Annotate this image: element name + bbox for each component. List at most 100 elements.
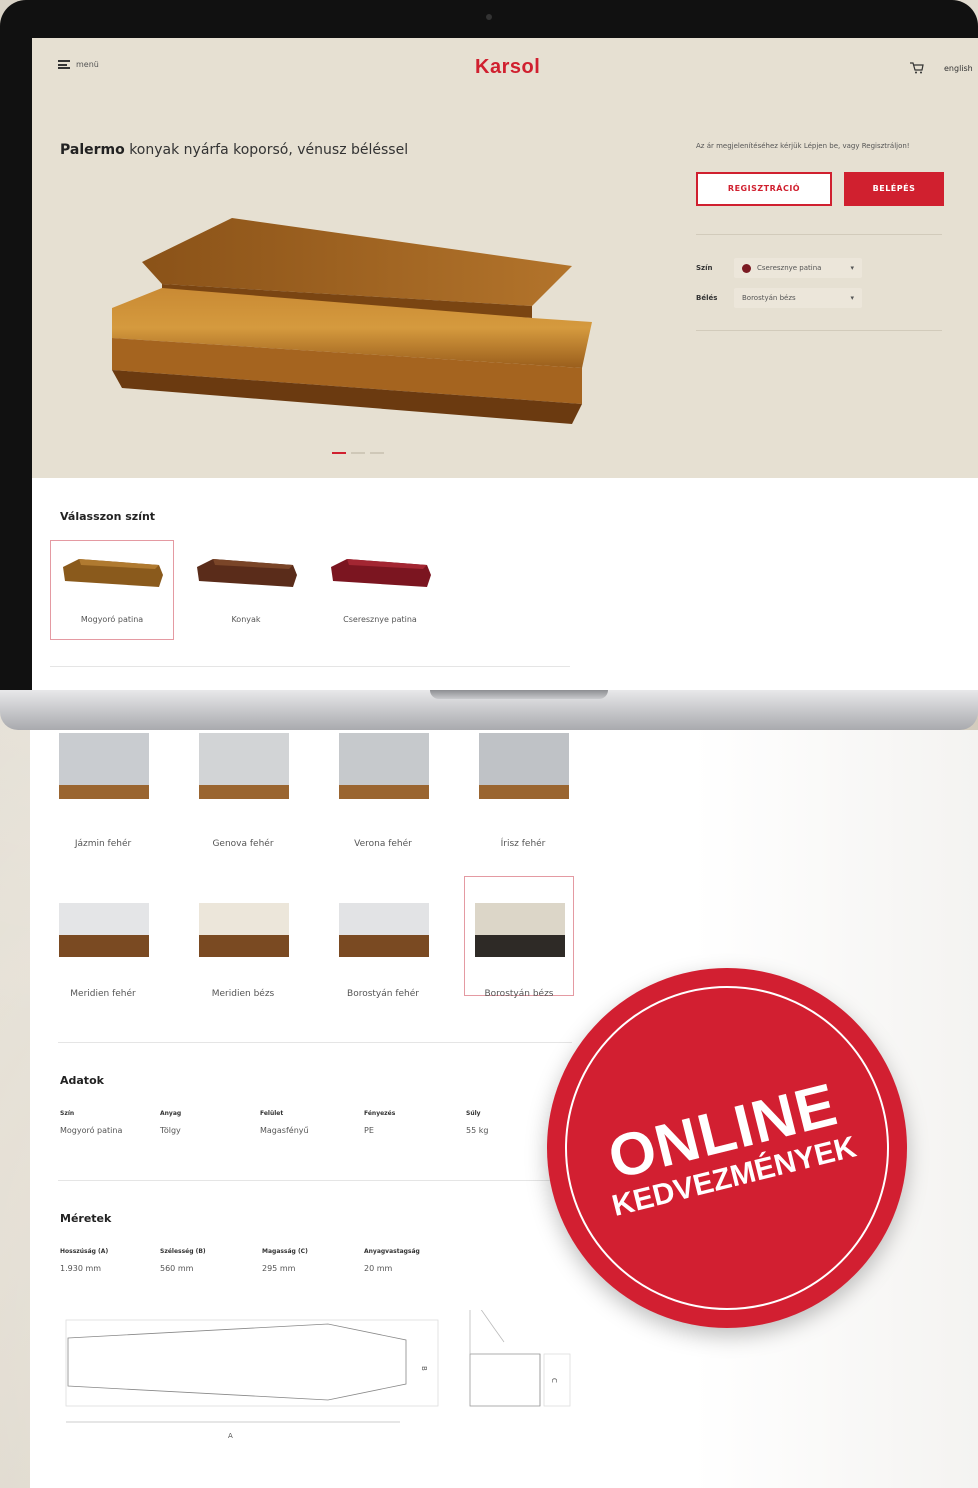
spec-height: Magasság (C) 295 mm	[262, 1248, 352, 1274]
spec-value: Mogyoró patina	[60, 1126, 123, 1135]
laptop-base	[0, 690, 978, 730]
spec-key: Szín	[60, 1110, 75, 1117]
spec-value: 1.930 mm	[60, 1264, 102, 1273]
divider	[58, 1042, 572, 1043]
lining-card-meridien-bezs[interactable]: Meridien bézs	[188, 876, 298, 999]
lining-thumbnail	[199, 903, 289, 957]
dimension-diagram: A B C	[65, 1310, 571, 1440]
spec-finish: Fényezés PE	[364, 1110, 444, 1136]
hamburger-icon	[58, 60, 70, 69]
lining-card-borostyan-feher[interactable]: Borostyán fehér	[328, 876, 438, 999]
lining-thumbnail	[479, 733, 569, 799]
lining-select-value: Borostyán bézs	[742, 294, 796, 302]
lining-option-row: Bélés Borostyán bézs ▾	[696, 288, 862, 308]
login-button[interactable]: BELÉPÉS	[844, 172, 944, 206]
carousel-dot-1[interactable]	[332, 452, 346, 454]
laptop-lid: menü Karsol english Palermo konyak nyárf…	[0, 0, 978, 700]
spec-color: Szín Mogyoró patina	[60, 1110, 140, 1136]
online-discount-badge: ONLINE KEDVEZMÉNYEK	[547, 968, 907, 1328]
lining-label: Meridien bézs	[211, 989, 275, 999]
product-name: Palermo	[60, 142, 125, 158]
spec-key: Anyag	[160, 1110, 182, 1117]
spec-key: Magasság (C)	[262, 1248, 308, 1255]
menu-label: menü	[76, 60, 99, 69]
lining-label: Jázmin fehér	[74, 839, 132, 849]
register-button[interactable]: REGISZTRÁCIÓ	[696, 172, 832, 206]
color-card-konyak[interactable]: Konyak	[184, 540, 308, 640]
lining-card-genova[interactable]: Genova fehér	[188, 730, 298, 850]
color-option-label: Szín	[696, 264, 713, 272]
divider	[696, 234, 942, 235]
spec-value: PE	[364, 1126, 374, 1135]
color-swatch	[742, 263, 751, 273]
top-bar: menü Karsol english	[32, 38, 978, 98]
chevron-down-icon: ▾	[850, 294, 854, 302]
coffin-thumbnail	[63, 559, 163, 587]
color-card-mogyoro[interactable]: Mogyoró patina	[50, 540, 174, 640]
product-hero: menü Karsol english Palermo konyak nyárf…	[32, 38, 978, 478]
lining-label: Genova fehér	[212, 839, 274, 849]
spec-thickness: Anyagvastagság 20 mm	[364, 1248, 464, 1274]
spec-surface: Felület Magasfényű	[260, 1110, 350, 1136]
login-note: Az ár megjelenítéséhez kérjük Lépjen be,…	[696, 142, 910, 150]
logo[interactable]: Karsol	[475, 56, 540, 79]
color-card-label: Mogyoró patina	[80, 615, 144, 624]
cart-icon[interactable]	[910, 62, 924, 74]
lining-label: Borostyán bézs	[484, 989, 554, 999]
spec-value: Tölgy	[160, 1126, 181, 1135]
camera	[486, 14, 492, 20]
chevron-down-icon: ▾	[850, 264, 854, 272]
color-section-title: Válasszon színt	[60, 510, 156, 523]
lining-label: Írisz fehér	[500, 839, 546, 849]
lining-select[interactable]: Borostyán bézs ▾	[734, 288, 862, 308]
diagram-label-c: C	[550, 1378, 558, 1383]
lining-card-jazmin[interactable]: Jázmin fehér	[48, 730, 158, 850]
coffin-thumbnail	[197, 559, 297, 587]
color-select-value: Cseresznye patina	[757, 264, 822, 272]
spec-value: 20 mm	[364, 1264, 393, 1273]
divider	[50, 666, 570, 667]
divider	[696, 330, 942, 331]
product-image	[112, 218, 592, 424]
color-option-row: Szín Cseresznye patina ▾	[696, 258, 862, 278]
divider	[58, 1180, 572, 1181]
lining-thumbnail	[339, 903, 429, 957]
color-card-label: Cseresznye patina	[343, 615, 417, 624]
product-title: Palermo konyak nyárfa koporsó, vénusz bé…	[60, 142, 408, 158]
lining-thumbnail	[199, 733, 289, 799]
menu-button[interactable]: menü	[58, 60, 99, 69]
lining-thumbnail	[339, 733, 429, 799]
laptop-notch	[430, 690, 608, 699]
lining-card-irisz[interactable]: Írisz fehér	[468, 730, 578, 850]
diagram-label-b: B	[420, 1366, 428, 1371]
lining-card-verona[interactable]: Verona fehér	[328, 730, 438, 850]
carousel-dot-3[interactable]	[370, 452, 384, 454]
lining-label: Borostyán fehér	[347, 989, 419, 999]
color-card-label: Konyak	[231, 615, 261, 624]
carousel-dot-2[interactable]	[351, 452, 365, 454]
lining-card-borostyan-bezs[interactable]: Borostyán bézs	[464, 876, 574, 999]
language-link[interactable]: english	[944, 64, 973, 73]
spec-value: 560 mm	[160, 1264, 194, 1273]
spec-key: Fényezés	[364, 1110, 396, 1117]
spec-value: 55 kg	[466, 1126, 489, 1135]
lining-card-meridien-feher[interactable]: Meridien fehér	[48, 876, 158, 999]
color-card-cseresznye[interactable]: Cseresznye patina	[318, 540, 442, 640]
lining-label: Meridien fehér	[70, 989, 136, 999]
spec-width: Szélesség (B) 560 mm	[160, 1248, 250, 1274]
spec-value: 295 mm	[262, 1264, 296, 1273]
product-title-rest: konyak nyárfa koporsó, vénusz béléssel	[124, 142, 409, 158]
spec-key: Anyagvastagság	[364, 1248, 420, 1255]
lining-label: Verona fehér	[354, 839, 412, 849]
spec-key: Hosszúság (A)	[60, 1248, 109, 1255]
lining-thumbnail	[475, 903, 565, 957]
lining-thumbnail	[59, 903, 149, 957]
spec-material: Anyag Tölgy	[160, 1110, 240, 1136]
carousel-dots	[332, 452, 384, 454]
spec-key: Felület	[260, 1110, 284, 1117]
color-select[interactable]: Cseresznye patina ▾	[734, 258, 862, 278]
spec-length: Hosszúság (A) 1.930 mm	[60, 1248, 150, 1274]
lining-option-label: Bélés	[696, 294, 718, 302]
spec-key: Szélesség (B)	[160, 1248, 206, 1255]
diagram-label-a: A	[228, 1432, 233, 1440]
